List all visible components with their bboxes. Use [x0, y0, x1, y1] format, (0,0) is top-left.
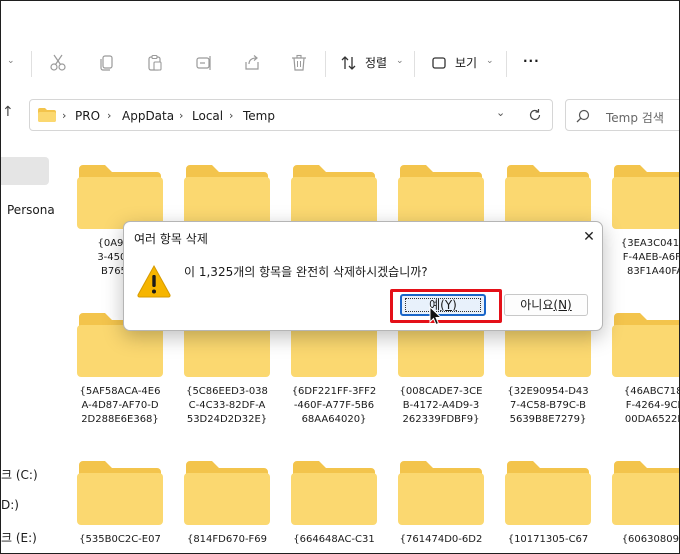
search-icon — [576, 109, 590, 123]
view-label[interactable]: 보기 — [455, 54, 477, 71]
breadcrumb-item[interactable]: AppData — [122, 109, 174, 123]
folder-name: {6DF221FF-3FF2 -460F-A77F-5B6 68AA64020} — [291, 386, 377, 425]
yes-button[interactable]: 예(Y) — [400, 294, 486, 316]
delete-confirm-dialog: 여러 항목 삭제 ✕ 이 1,325개의 항목을 완전히 삭제하시겠습니까? 예… — [123, 221, 603, 331]
toolbar-divider — [325, 51, 326, 77]
folder-icon — [398, 461, 484, 525]
more-options-button[interactable]: ··· — [523, 54, 540, 68]
breadcrumb-chevron-icon: › — [179, 109, 184, 122]
breadcrumb-item[interactable]: PRO — [75, 109, 100, 123]
search-input[interactable]: Temp 검색 — [565, 99, 679, 131]
sidebar-item-drive-d[interactable]: D:) — [1, 498, 19, 512]
folder-name: {32E90954-D43 7-4C58-B79C-B 5639B8E7279} — [507, 386, 589, 425]
folder-name: {535B0C2C-E07 — [79, 534, 161, 545]
folder-name: {60630809-F — [621, 534, 679, 545]
up-arrow-icon[interactable]: ↑ — [2, 104, 14, 120]
toolbar-divider — [414, 51, 415, 77]
folder-name: {5AF58ACA-4E6 A-4D87-AF70-D 2D288E6E368} — [79, 386, 161, 425]
view-icon[interactable] — [429, 53, 449, 73]
folder-name: {814FD670-F69 — [186, 534, 268, 545]
no-button[interactable]: 아니요(N) — [504, 294, 588, 316]
folder-icon — [184, 461, 270, 525]
dialog-message: 이 1,325개의 항목을 완전히 삭제하시겠습니까? — [184, 265, 428, 279]
history-dropdown-icon[interactable]: ⌄ — [496, 106, 505, 119]
folder-icon — [291, 461, 377, 525]
breadcrumb-item[interactable]: Temp — [243, 109, 275, 123]
chevron-down-icon[interactable]: ⌄ — [7, 56, 15, 66]
folder-name: {664648AC-C31 — [293, 534, 375, 545]
folder-icon — [38, 108, 56, 122]
folder-name: {46ABC718- F-4264-9CB 00DA6522D — [623, 386, 680, 425]
folder-icon — [398, 165, 484, 229]
dialog-title: 여러 항목 삭제 — [134, 232, 208, 246]
command-bar: ⌄ 정렬 ⌄ 보기 ⌄ ··· — [1, 41, 679, 85]
mouse-cursor-icon — [429, 306, 443, 326]
address-bar[interactable]: › PRO › AppData › Local › Temp ⌄ — [29, 99, 553, 131]
paste-icon[interactable] — [145, 53, 165, 73]
no-shortcut: (N) — [553, 298, 572, 312]
breadcrumb-item[interactable]: Local — [192, 109, 223, 123]
cut-icon[interactable] — [48, 53, 68, 73]
share-icon[interactable] — [242, 53, 262, 73]
folder-icon — [612, 165, 679, 229]
search-placeholder: Temp 검색 — [606, 111, 664, 125]
no-label: 아니요 — [520, 298, 554, 312]
sidebar-item-personal[interactable]: Persona — [7, 203, 55, 217]
folder-icon — [184, 165, 270, 229]
folder-icon — [77, 461, 163, 525]
chevron-down-icon[interactable]: ⌄ — [396, 56, 404, 66]
sidebar-selected-item[interactable] — [1, 157, 49, 185]
breadcrumb-chevron-icon: › — [107, 109, 112, 122]
refresh-icon[interactable] — [528, 108, 542, 122]
explorer-window: ⌄ 정렬 ⌄ 보기 ⌄ ··· ↑ › PRO › AppData › Loca… — [0, 0, 680, 554]
folder-name: {3EA3C041-0 F-4AEB-A6F3 83F1A40FA — [620, 238, 680, 277]
sort-label[interactable]: 정렬 — [365, 54, 387, 71]
folder-name: {008CADE7-3CE B-4172-A4D9-3 262339FDBF9} — [399, 386, 483, 425]
toolbar-divider — [31, 51, 32, 77]
breadcrumb-chevron-icon: › — [229, 109, 234, 122]
sidebar-item-drive-c[interactable]: 크 (C:) — [1, 466, 38, 483]
chevron-down-icon[interactable]: ⌄ — [486, 56, 494, 66]
sort-icon[interactable] — [339, 53, 359, 73]
copy-icon[interactable] — [97, 53, 117, 73]
folder-name: {5C86EED3-038 C-4C33-82DF-A 53D24D2D32E} — [186, 386, 268, 425]
sidebar-item-drive-e[interactable]: 크 (E:) — [1, 529, 37, 546]
folder-icon — [291, 165, 377, 229]
folder-icon — [505, 461, 591, 525]
toolbar-divider — [506, 51, 507, 77]
breadcrumb-chevron-icon: › — [62, 109, 67, 122]
folder-name: {761474D0-6D2 — [399, 534, 483, 545]
delete-icon[interactable] — [289, 53, 309, 73]
folder-name: {10171305-C67 — [507, 534, 589, 545]
folder-icon — [77, 165, 163, 229]
rename-icon[interactable] — [194, 53, 214, 73]
folder-icon — [612, 313, 679, 377]
close-icon[interactable]: ✕ — [580, 228, 598, 246]
address-row: ↑ › PRO › AppData › Local › Temp ⌄ Temp … — [1, 97, 679, 133]
warning-icon — [137, 264, 171, 298]
folder-icon — [612, 461, 679, 525]
folder-icon — [505, 165, 591, 229]
